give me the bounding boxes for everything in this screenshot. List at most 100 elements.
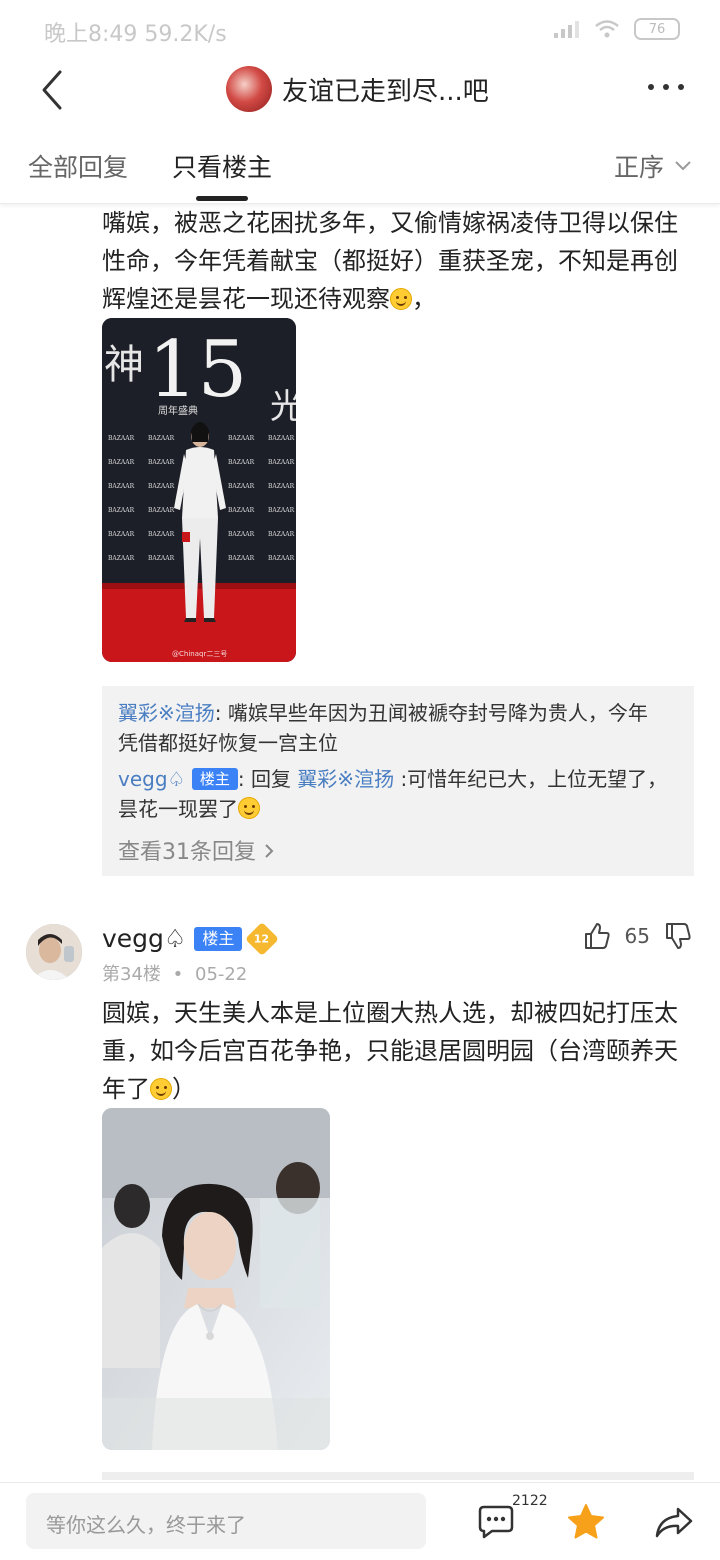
- svg-text:BAZAAR: BAZAAR: [108, 507, 135, 514]
- tab-all-replies[interactable]: 全部回复: [28, 148, 128, 184]
- svg-text:BAZAAR: BAZAAR: [268, 435, 295, 442]
- op-badge: 楼主: [191, 768, 238, 790]
- reply-separator: :: [237, 767, 245, 791]
- post-text-line: 圆嫔，天生美人本是上位圈大热人选，却被四妃打压太: [102, 999, 678, 1027]
- tab-op-only[interactable]: 只看楼主: [172, 148, 272, 184]
- svg-text:BAZAAR: BAZAAR: [148, 531, 175, 538]
- post-date: 05-22: [195, 964, 248, 985]
- svg-text:BAZAAR: BAZAAR: [108, 483, 135, 490]
- post-floor: 第34楼: [102, 964, 161, 985]
- thread-title-area[interactable]: 友谊已走到尽...吧: [226, 66, 489, 112]
- sub-reply[interactable]: vegg♤ 楼主: 回复 翼彩※渲扬 :可惜年纪已大，上位无望了， 昙花一现罢了: [118, 764, 682, 824]
- thread-title: 友谊已走到尽...吧: [282, 76, 489, 107]
- svg-text:光: 光: [270, 387, 296, 427]
- svg-text:BAZAAR: BAZAAR: [108, 435, 135, 442]
- svg-text:BAZAAR: BAZAAR: [228, 555, 255, 562]
- svg-text:BAZAAR: BAZAAR: [268, 531, 295, 538]
- more-options-button[interactable]: [648, 84, 684, 90]
- post-text-line: 性命，今年凭着献宝（都挺好）重获圣宠，不知是再创: [102, 247, 678, 275]
- smile-emoji-icon: [238, 797, 260, 819]
- thumbs-up-icon[interactable]: [583, 922, 611, 950]
- avatar-image: [26, 924, 82, 980]
- thread-avatar: [226, 66, 272, 112]
- post-text-line: 嘴嫔，被恶之花困扰多年，又偷情嫁祸凌侍卫得以保住: [102, 209, 678, 237]
- status-time-speed: 晚上8:49 59.2K/s: [44, 22, 227, 47]
- smile-emoji-icon: [390, 288, 412, 310]
- svg-text:神: 神: [104, 342, 144, 388]
- thumbs-down-icon[interactable]: [664, 922, 692, 950]
- sort-label: 正序: [613, 153, 664, 182]
- svg-text:BAZAAR: BAZAAR: [148, 483, 175, 490]
- post-photo-red-carpet[interactable]: 15 周年盛典 神 光 BAZAAR BAZAAR BAZAAR BAZAAR BAZ…: [102, 318, 296, 662]
- post-meta: 第34楼 • 05-22: [102, 964, 248, 985]
- svg-text:BAZAAR: BAZAAR: [268, 459, 295, 466]
- post-text: 圆嫔，天生美人本是上位圈大热人选，却被四妃打压太 重，如今后宫百花争艳，只能退居…: [102, 994, 692, 1108]
- back-button[interactable]: [36, 68, 72, 112]
- svg-text:BAZAAR: BAZAAR: [268, 555, 295, 562]
- svg-text:BAZAAR: BAZAAR: [268, 483, 295, 490]
- reply-text: 嘴嫔早些年因为丑闻被褫夺封号降为贵人，今年: [227, 701, 648, 725]
- svg-text:周年盛典: 周年盛典: [158, 404, 198, 417]
- post-text: 嘴嫔，被恶之花困扰多年，又偷情嫁祸凌侍卫得以保住 性命，今年凭着献宝（都挺好）重…: [102, 204, 692, 318]
- like-count: 65: [624, 924, 650, 948]
- post-photo-portrait[interactable]: [102, 1108, 330, 1450]
- photo-portrait-image: [102, 1108, 330, 1450]
- chevron-right-icon: [265, 844, 274, 858]
- post-user-info: vegg♤ 楼主 12: [102, 921, 280, 956]
- nav-bar: 友谊已走到尽...吧: [0, 60, 720, 124]
- svg-text:BAZAAR: BAZAAR: [228, 435, 255, 442]
- sort-order-button[interactable]: 正序: [614, 148, 692, 184]
- level-badge: 12: [245, 921, 280, 956]
- star-icon[interactable]: [566, 1503, 606, 1541]
- tab-active-indicator: [196, 196, 248, 201]
- post-username[interactable]: vegg♤: [102, 924, 186, 953]
- chevron-left-icon: [42, 70, 62, 110]
- reply-username[interactable]: 翼彩※渲扬: [118, 701, 215, 725]
- svg-text:15: 15: [148, 325, 247, 415]
- share-icon[interactable]: [654, 1505, 694, 1539]
- reply-text: 昙花一现罢了: [118, 797, 238, 821]
- sub-replies-box[interactable]: 翼彩※渲扬: 嘴嫔早些年因为丑闻被褫夺封号降为贵人，今年 凭借都挺好恢复一宫主位…: [102, 686, 694, 876]
- svg-text:BAZAAR: BAZAAR: [108, 459, 135, 466]
- svg-text:BAZAAR: BAZAAR: [228, 531, 255, 538]
- view-more-replies-link[interactable]: 查看31条回复: [118, 834, 275, 866]
- reply-username[interactable]: vegg♤: [118, 767, 185, 791]
- status-icons: 76: [554, 18, 680, 40]
- comment-icon[interactable]: [478, 1503, 514, 1539]
- op-badge: 楼主: [194, 926, 243, 951]
- more-dot-icon: [648, 84, 654, 90]
- svg-text:BAZAAR: BAZAAR: [148, 435, 175, 442]
- reply-separator: :: [214, 701, 222, 725]
- more-dot-icon: [678, 84, 684, 90]
- status-bar: 晚上8:49 59.2K/s 76: [0, 0, 720, 60]
- svg-text:BAZAAR: BAZAAR: [268, 507, 295, 514]
- reply-text: :可惜年纪已大，上位无望了，: [400, 767, 668, 791]
- sub-reply[interactable]: 翼彩※渲扬: 嘴嫔早些年因为丑闻被褫夺封号降为贵人，今年 凭借都挺好恢复一宫主位: [118, 698, 682, 758]
- more-dot-icon: [663, 84, 669, 90]
- avatar[interactable]: [26, 924, 82, 980]
- svg-text:BAZAAR: BAZAAR: [108, 531, 135, 538]
- post-text-line: 重，如今后宫百花争艳，只能退居圆明园（台湾颐养天: [102, 1037, 678, 1065]
- reply-word: 回复: [250, 767, 291, 791]
- svg-text:BAZAAR: BAZAAR: [148, 507, 175, 514]
- svg-text:BAZAAR: BAZAAR: [148, 555, 175, 562]
- svg-text:BAZAAR: BAZAAR: [228, 483, 255, 490]
- post-text-line: 年了）: [102, 1075, 196, 1103]
- comment-count: 2122: [512, 1493, 548, 1509]
- next-post-divider: [102, 1472, 694, 1480]
- wifi-icon: [595, 20, 619, 38]
- comment-input[interactable]: 等你这么久，终于来了: [26, 1493, 426, 1549]
- svg-text:BAZAAR: BAZAAR: [148, 459, 175, 466]
- svg-text:BAZAAR: BAZAAR: [228, 459, 255, 466]
- smile-emoji-icon: [150, 1078, 172, 1100]
- svg-text:@Chinaqr二三号: @Chinaqr二三号: [172, 650, 227, 658]
- post-actions: 65: [583, 922, 692, 950]
- reply-text: 凭借都挺好恢复一宫主位: [118, 731, 338, 755]
- battery-icon: 76: [634, 18, 680, 40]
- post-text-line: 辉煌还是昙花一现还待观察，: [102, 285, 436, 313]
- svg-text:BAZAAR: BAZAAR: [108, 555, 135, 562]
- signal-icon: [554, 21, 579, 38]
- bottom-action-bar: 等你这么久，终于来了 2122: [0, 1482, 720, 1560]
- photo-red-carpet-image: 15 周年盛典 神 光 BAZAAR BAZAAR BAZAAR BAZAAR BAZ…: [102, 318, 296, 662]
- reply-target-username[interactable]: 翼彩※渲扬: [297, 767, 394, 791]
